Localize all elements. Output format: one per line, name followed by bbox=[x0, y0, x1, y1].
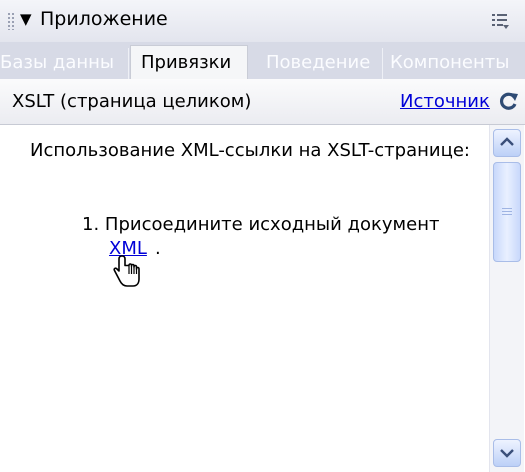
content-area: Использование XML-ссылки на XSLT-страниц… bbox=[0, 125, 486, 472]
triangle-down-icon[interactable]: ▼ bbox=[20, 10, 32, 28]
step-item: 1. Присоедините исходный документ bbox=[82, 213, 439, 237]
step-text: Присоедините исходный документ bbox=[104, 214, 440, 235]
refresh-icon[interactable] bbox=[499, 91, 519, 111]
step-number: 1. bbox=[82, 214, 100, 235]
document-type-bar: XSLT (страница целиком) Источник bbox=[0, 79, 525, 125]
tab-databases[interactable]: Базы данны bbox=[0, 48, 129, 79]
scroll-up-button[interactable] bbox=[493, 129, 521, 157]
panel-options-icon[interactable] bbox=[489, 10, 511, 32]
panel-header: ▼ Приложение bbox=[0, 0, 525, 42]
tab-behaviors[interactable]: Поведение bbox=[260, 48, 383, 79]
tab-bindings[interactable]: Привязки bbox=[130, 45, 248, 80]
step-period: . bbox=[155, 238, 161, 259]
panel-title[interactable]: Приложение bbox=[40, 8, 168, 30]
chevron-down-icon bbox=[500, 449, 514, 458]
source-link[interactable]: Источник bbox=[400, 91, 490, 112]
tab-bar: Базы данны Привязки Поведение Компоненты bbox=[0, 42, 525, 80]
tab-components[interactable]: Компоненты bbox=[385, 48, 525, 79]
instructions-text: Использование XML-ссылки на XSLT-страниц… bbox=[30, 140, 470, 161]
panel-grip-handle[interactable] bbox=[8, 13, 16, 30]
scroll-thumb[interactable] bbox=[493, 162, 521, 262]
hand-cursor-icon bbox=[113, 255, 140, 287]
scroll-down-button[interactable] bbox=[493, 439, 521, 467]
chevron-up-icon bbox=[500, 137, 514, 146]
vertical-scrollbar[interactable] bbox=[489, 125, 524, 472]
document-type-label: XSLT (страница целиком) bbox=[12, 91, 252, 112]
thumb-grip bbox=[502, 208, 512, 216]
